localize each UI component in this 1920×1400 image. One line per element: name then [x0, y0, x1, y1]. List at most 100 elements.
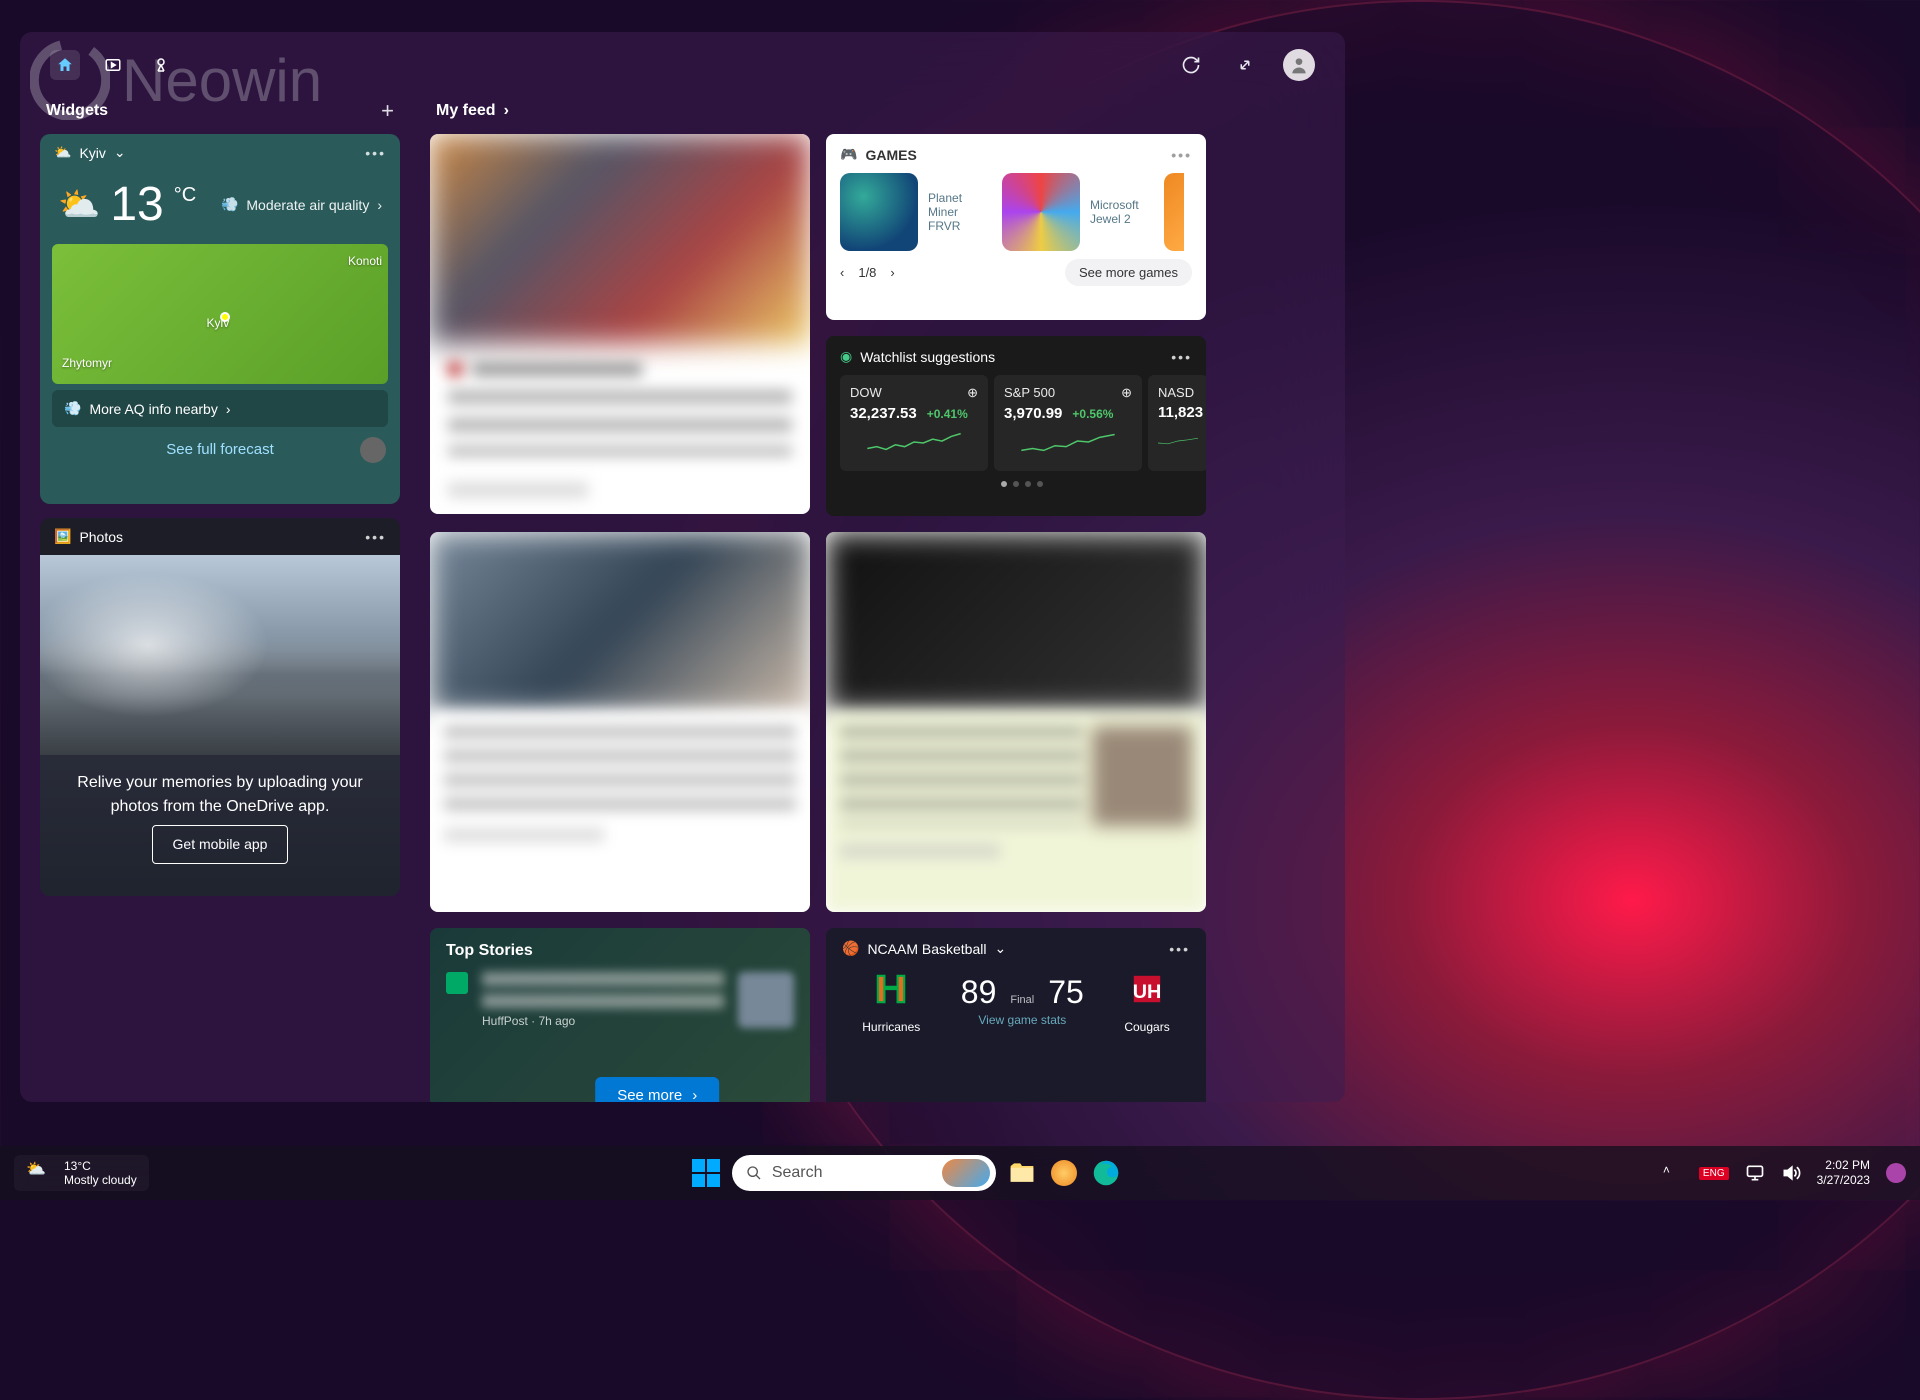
- team-logo-icon: UH: [1125, 967, 1169, 1011]
- games-widget[interactable]: 🎮 GAMES ••• Planet Miner FRVR Microsoft J…: [826, 134, 1206, 320]
- top-stories-title: Top Stories: [446, 942, 794, 960]
- stock-tile[interactable]: NASD 11,823: [1148, 375, 1206, 471]
- news-image: [430, 134, 810, 344]
- refresh-button[interactable]: [1175, 49, 1207, 81]
- prev-page-button[interactable]: ‹: [840, 265, 844, 280]
- games-title: GAMES: [865, 147, 916, 163]
- weather-icon: ⛅: [26, 1159, 54, 1187]
- search-highlight-icon[interactable]: [942, 1159, 990, 1187]
- see-more-games-button[interactable]: See more games: [1065, 259, 1192, 286]
- temperature-unit: °C: [174, 184, 196, 207]
- games-more-button[interactable]: •••: [1171, 147, 1192, 163]
- top-stories-widget[interactable]: Top Stories HuffPost · 7h ago See more›: [430, 928, 810, 1102]
- taskbar-clock[interactable]: 2:02 PM 3/27/2023: [1817, 1158, 1870, 1188]
- get-mobile-app-button[interactable]: Get mobile app: [152, 825, 289, 864]
- weather-provider-icon: [360, 437, 386, 463]
- profile-button[interactable]: [1283, 49, 1315, 81]
- widgets-board: Widgets + ⛅ Kyiv ⌄ ••• ⛅ 13 °C: [20, 32, 1345, 1102]
- taskbar-weather-button[interactable]: ⛅ 13°C Mostly cloudy: [14, 1155, 149, 1192]
- taskbar: ⛅ 13°C Mostly cloudy Search ˄ ENG 2:02 P…: [0, 1146, 1920, 1200]
- watchlist-title: Watchlist suggestions: [860, 349, 995, 365]
- chevron-down-icon[interactable]: ⌄: [114, 144, 126, 161]
- weather-map[interactable]: Kyiv Zhytomyr Konoti: [52, 244, 388, 384]
- neowin-logo-icon: [30, 40, 110, 120]
- my-feed-title[interactable]: My feed ›: [436, 102, 509, 120]
- add-stock-icon[interactable]: ⊕: [967, 385, 978, 401]
- news-headline-blurred: [448, 390, 792, 456]
- team-name: Cougars: [1124, 1020, 1169, 1034]
- map-east-label: Konoti: [348, 254, 382, 268]
- stock-tile[interactable]: DOW⊕ 32,237.53+0.41%: [840, 375, 988, 471]
- aq-info-button[interactable]: 💨More AQ info nearby›: [52, 390, 388, 427]
- photos-more-button[interactable]: •••: [365, 529, 386, 545]
- news-image: [430, 532, 810, 712]
- volume-icon[interactable]: [1781, 1163, 1801, 1183]
- pinned-app-icon[interactable]: [1048, 1157, 1080, 1189]
- map-west-label: Zhytomyr: [62, 356, 112, 370]
- chevron-up-tray-icon[interactable]: ˄: [1663, 1163, 1683, 1183]
- game-name: Microsoft Jewel 2: [1090, 198, 1154, 226]
- news-image: [826, 532, 1206, 712]
- watchlist-widget[interactable]: ◉ Watchlist suggestions ••• DOW⊕ 32,237.5…: [826, 336, 1206, 516]
- games-page-indicator: 1/8: [858, 265, 876, 280]
- sports-league: NCAAM Basketball: [867, 941, 986, 957]
- chevron-down-icon[interactable]: ⌄: [994, 940, 1006, 957]
- weather-icon: ⛅: [54, 144, 71, 161]
- edge-browser-icon[interactable]: [1090, 1157, 1122, 1189]
- chevron-right-icon: ›: [692, 1087, 697, 1102]
- sports-widget[interactable]: 🏀NCAAM Basketball⌄ ••• Hurricanes 89 Fin…: [826, 928, 1206, 1102]
- add-widget-button[interactable]: +: [381, 98, 394, 124]
- story-headline-blurred: [482, 972, 724, 1008]
- team-name: Hurricanes: [862, 1020, 920, 1034]
- network-icon[interactable]: [1745, 1163, 1765, 1183]
- search-icon: [746, 1165, 762, 1181]
- source-badge-icon: [446, 972, 468, 994]
- feed-news-card[interactable]: [430, 134, 810, 514]
- language-indicator[interactable]: ENG: [1699, 1167, 1729, 1180]
- watermark-text: Neowin: [122, 46, 322, 115]
- story-thumbnail: [738, 972, 794, 1028]
- photos-icon: 🖼️: [54, 528, 71, 545]
- see-more-feed-button[interactable]: See more›: [595, 1077, 719, 1102]
- photos-widget[interactable]: 🖼️Photos ••• Relive your memories by upl…: [40, 518, 400, 896]
- neowin-watermark: Neowin: [30, 40, 322, 120]
- next-page-button[interactable]: ›: [890, 265, 894, 280]
- feed-news-card[interactable]: [826, 532, 1206, 912]
- add-stock-icon[interactable]: ⊕: [1121, 385, 1132, 401]
- see-forecast-link[interactable]: See full forecast: [40, 427, 400, 472]
- photos-hero-image: [40, 555, 400, 755]
- svg-text:UH: UH: [1133, 981, 1162, 1003]
- game-status: Final: [1010, 994, 1034, 1006]
- team-a-score: 89: [961, 974, 997, 1011]
- news-source-blurred: [448, 482, 588, 498]
- taskbar-weather-label: Mostly cloudy: [64, 1173, 137, 1187]
- feed-news-card[interactable]: [430, 532, 810, 912]
- map-pin-icon: [220, 312, 230, 322]
- weather-more-button[interactable]: •••: [365, 145, 386, 161]
- file-explorer-icon[interactable]: [1006, 1157, 1038, 1189]
- weather-location[interactable]: Kyiv: [79, 145, 105, 161]
- watchlist-icon: ◉: [840, 348, 852, 365]
- taskbar-temp: 13°C: [64, 1159, 137, 1173]
- search-placeholder: Search: [772, 1164, 823, 1182]
- photos-message: Relive your memories by uploading your p…: [64, 771, 376, 819]
- expand-button[interactable]: [1229, 49, 1261, 81]
- taskbar-search[interactable]: Search: [732, 1155, 996, 1191]
- weather-widget[interactable]: ⛅ Kyiv ⌄ ••• ⛅ 13 °C 💨Moderate air quali…: [40, 134, 400, 504]
- air-quality-label[interactable]: 💨Moderate air quality›: [221, 196, 382, 213]
- temperature-value: 13: [110, 177, 163, 232]
- view-game-stats-link[interactable]: View game stats: [961, 1013, 1084, 1027]
- user-avatar-icon[interactable]: [1886, 1163, 1906, 1183]
- game-name: Planet Miner FRVR: [928, 191, 992, 233]
- start-button[interactable]: [690, 1157, 722, 1189]
- stock-tile[interactable]: S&P 500⊕ 3,970.99+0.56%: [994, 375, 1142, 471]
- watchlist-pager[interactable]: [840, 481, 1204, 487]
- game-tile[interactable]: [840, 173, 918, 251]
- game-tile[interactable]: [1002, 173, 1080, 251]
- sports-more-button[interactable]: •••: [1169, 941, 1190, 957]
- watchlist-more-button[interactable]: •••: [1171, 349, 1192, 365]
- chevron-right-icon: ›: [504, 102, 509, 120]
- team-b-score: 75: [1048, 974, 1084, 1011]
- games-icon: 🎮: [840, 146, 857, 163]
- game-tile[interactable]: [1164, 173, 1184, 251]
